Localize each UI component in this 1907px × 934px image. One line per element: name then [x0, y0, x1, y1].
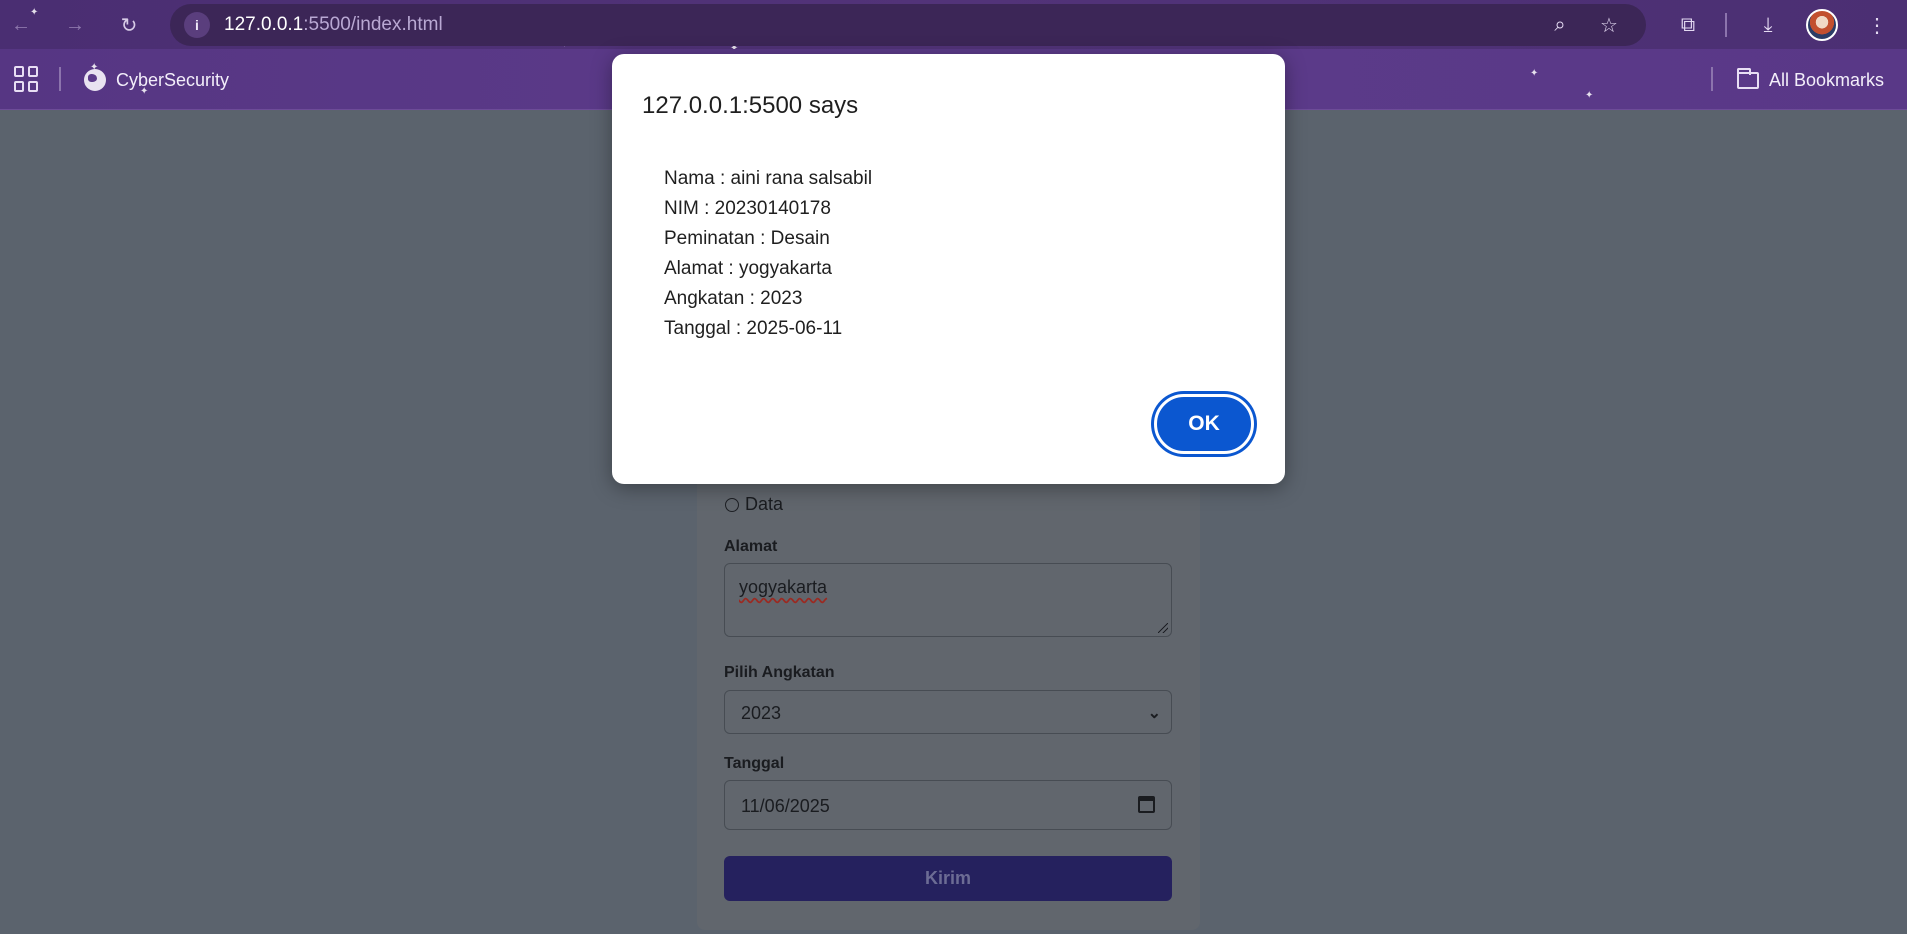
- dialog-line-angkatan: Angkatan : 2023: [664, 288, 803, 309]
- alamat-value: yogyakarta: [739, 577, 828, 597]
- bookmark-cybersecurity[interactable]: CyberSecurity: [84, 66, 229, 94]
- dialog-title: 127.0.0.1:5500 says: [642, 92, 859, 119]
- dialog-line-tanggal: Tanggal : 2025-06-11: [664, 318, 843, 339]
- calendar-icon[interactable]: [1138, 796, 1155, 813]
- toolbar-divider: [1725, 13, 1727, 37]
- dialog-line-nim: NIM : 20230140178: [664, 198, 831, 219]
- radio-option-label: Data: [745, 494, 784, 514]
- tanggal-value: 11/06/2025: [741, 796, 830, 816]
- forward-arrow-icon[interactable]: →: [60, 10, 90, 40]
- folder-icon: [1737, 67, 1759, 89]
- chevron-down-icon: ⌄: [1147, 705, 1161, 722]
- ok-button[interactable]: OK: [1154, 394, 1254, 454]
- dialog-message: Nama : aini rana salsabil NIM : 20230140…: [664, 164, 872, 344]
- sparkle-decoration: ✦: [1585, 90, 1594, 101]
- reload-icon[interactable]: ↻: [114, 10, 144, 40]
- resize-handle-icon[interactable]: [1158, 623, 1168, 633]
- angkatan-selected-value: 2023: [741, 703, 782, 723]
- dialog-line-alamat: Alamat : yogyakarta: [664, 258, 832, 279]
- radio-button-icon[interactable]: [725, 497, 739, 512]
- globe-icon: [84, 69, 106, 91]
- alamat-textarea[interactable]: yogyakarta: [724, 563, 1172, 637]
- bookmarks-divider: [1711, 67, 1713, 91]
- alert-dialog: 127.0.0.1:5500 says Nama : aini rana sal…: [612, 54, 1285, 484]
- kebab-menu-icon[interactable]: ⋮: [1862, 10, 1892, 40]
- radio-option-data[interactable]: Data: [725, 494, 783, 515]
- sparkle-decoration: ✦: [1530, 68, 1539, 79]
- url-host: 127.0.0.1: [224, 14, 304, 35]
- dialog-line-nama: Nama : aini rana salsabil: [664, 168, 873, 189]
- zoom-icon[interactable]: ⌕: [1547, 12, 1573, 38]
- all-bookmarks-label: All Bookmarks: [1769, 69, 1885, 90]
- url-path: :5500/index.html: [303, 14, 443, 35]
- site-info-icon[interactable]: i: [184, 12, 210, 38]
- alamat-label: Alamat: [724, 538, 778, 555]
- extensions-puzzle-icon[interactable]: ⧉: [1673, 10, 1703, 40]
- tanggal-date-input[interactable]: 11/06/2025: [724, 780, 1172, 830]
- bookmark-label: CyberSecurity: [116, 69, 230, 90]
- profile-avatar[interactable]: [1806, 9, 1838, 41]
- apps-grid-icon[interactable]: [14, 66, 40, 92]
- angkatan-select[interactable]: 2023 ⌄: [724, 690, 1172, 734]
- back-arrow-icon[interactable]: ←: [6, 10, 36, 40]
- dialog-line-peminatan: Peminatan : Desain: [664, 228, 830, 249]
- browser-toolbar: ✦ ✦ ✦ ← → ↻ i 127.0.0.1:5500/index.html …: [0, 0, 1907, 54]
- bookmarks-divider: [59, 67, 61, 91]
- bookmark-star-icon[interactable]: ☆: [1596, 12, 1622, 38]
- tanggal-label: Tanggal: [724, 755, 785, 772]
- angkatan-label: Pilih Angkatan: [724, 664, 835, 681]
- all-bookmarks-button[interactable]: All Bookmarks: [1737, 66, 1884, 94]
- kirim-submit-button[interactable]: Kirim: [724, 856, 1172, 901]
- downloads-icon[interactable]: ⤓: [1753, 10, 1783, 40]
- url-text[interactable]: 127.0.0.1:5500/index.html: [224, 14, 443, 36]
- address-bar[interactable]: i 127.0.0.1:5500/index.html ⌕ ☆: [170, 4, 1646, 46]
